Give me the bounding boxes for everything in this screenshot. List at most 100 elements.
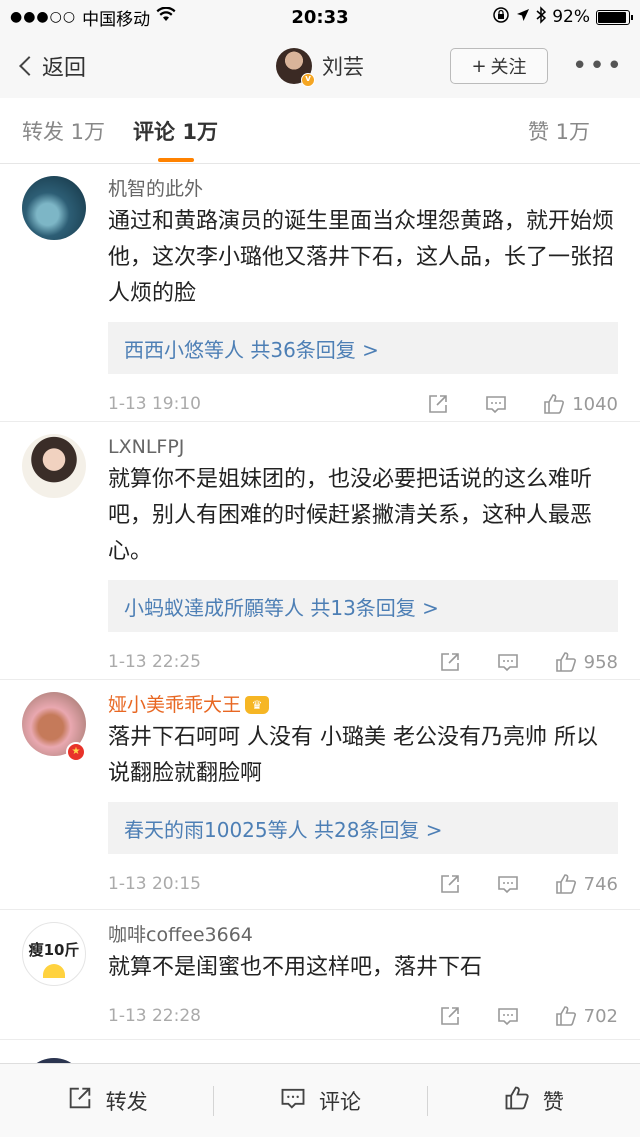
- thumbs-up-icon: [554, 872, 578, 896]
- like-button[interactable]: 958: [554, 650, 618, 674]
- tab-bar: 转发 1万 评论 1万 赞 1万: [0, 98, 640, 164]
- comment-actions: 702: [438, 1004, 618, 1028]
- status-left: ●●●○○ 中国移动: [10, 5, 176, 30]
- comment-actions: 746: [438, 872, 618, 896]
- comment-time: 1-13 19:10: [108, 394, 201, 414]
- nav-actions: + 关注 •••: [449, 48, 624, 84]
- repost-button[interactable]: 转发: [0, 1064, 213, 1137]
- like-count: 958: [583, 651, 618, 673]
- comment-actions: 1040: [426, 392, 618, 416]
- comment-meta: 1-13 22:28 702: [108, 986, 618, 1046]
- avatar[interactable]: [22, 176, 86, 240]
- location-icon: [516, 7, 530, 27]
- like-button[interactable]: 1040: [542, 392, 618, 416]
- comment-time: 1-13 20:15: [108, 874, 201, 894]
- comment-item: ★ 娅小美乖乖大王 ♛ 落井下石呵呵 人没有 小璐美 老公没有乃亮帅 所以说翻脸…: [0, 680, 640, 910]
- battery-level: [598, 11, 626, 23]
- comment-time: 1-13 22:25: [108, 652, 201, 672]
- comment-item: 机智的此外 通过和黄路演员的诞生里面当众埋怨黄路，就开始烦他，这次李小璐他又落井…: [0, 164, 640, 422]
- comment-item: 瘦10斤 咖啡coffee3664 就算不是闺蜜也不用这样吧，落井下石 1-13…: [0, 910, 640, 1040]
- verified-badge: v: [301, 73, 315, 87]
- orientation-lock-icon: [492, 6, 510, 29]
- comment-username[interactable]: 娅小美乖乖大王 ♛: [108, 692, 618, 718]
- bluetooth-icon: [536, 5, 547, 29]
- thumbs-up-icon: [554, 1004, 578, 1028]
- repost-label: 转发: [105, 1089, 148, 1114]
- share-icon: [438, 1004, 462, 1028]
- reply-summary[interactable]: 西西小悠等人 共36条回复 >: [108, 322, 618, 374]
- share-icon: [426, 392, 450, 416]
- clock: 20:33: [291, 6, 349, 28]
- crown-icon: ♛: [245, 696, 270, 714]
- comment-text: 就算不是闺蜜也不用这样吧，落井下石: [108, 955, 483, 980]
- thumbs-up-icon: [542, 392, 566, 416]
- comment-label: 评论: [318, 1089, 361, 1114]
- more-button[interactable]: •••: [572, 53, 624, 79]
- share-icon: [438, 650, 462, 674]
- reply-button[interactable]: [496, 650, 520, 674]
- member-badge-icon: ★: [66, 742, 86, 762]
- profile-header[interactable]: v 刘芸: [276, 48, 364, 87]
- comment-icon: [496, 650, 520, 674]
- thumbs-up-icon: [503, 1084, 531, 1117]
- reply-button[interactable]: [496, 1004, 520, 1028]
- reply-button[interactable]: [496, 872, 520, 896]
- status-bar: ●●●○○ 中国移动 20:33 92%: [0, 0, 640, 34]
- share-button[interactable]: [438, 1004, 462, 1028]
- carrier-label: 中国移动: [82, 9, 151, 30]
- plus-icon: +: [471, 55, 487, 77]
- avatar[interactable]: [22, 434, 86, 498]
- share-button[interactable]: [426, 392, 450, 416]
- like-count: 702: [583, 1005, 618, 1027]
- thumbs-up-icon: [554, 650, 578, 674]
- status-right: 92%: [492, 5, 633, 29]
- bottom-action-bar: 转发 评论 赞: [0, 1063, 640, 1137]
- reply-button[interactable]: [484, 392, 508, 416]
- follow-button[interactable]: + 关注: [449, 48, 548, 84]
- tab-comment[interactable]: 评论 1万: [133, 116, 218, 146]
- share-button[interactable]: [438, 872, 462, 896]
- comment-text: 通过和黄路演员的诞生里面当众埋怨黄路，就开始烦他，这次李小璐他又落井下石，这人品…: [108, 209, 615, 306]
- avatar[interactable]: 瘦10斤: [22, 922, 86, 986]
- like-button[interactable]: 746: [554, 872, 618, 896]
- share-icon: [438, 872, 462, 896]
- back-label: 返回: [42, 56, 87, 81]
- comment-time: 1-13 22:28: [108, 1006, 201, 1026]
- like-label: 赞: [542, 1089, 564, 1114]
- signal-icon: ●●●○○: [10, 9, 77, 25]
- share-icon: [66, 1084, 94, 1117]
- avatar: v: [276, 48, 315, 87]
- profile-name: 刘芸: [322, 55, 364, 79]
- like-button[interactable]: 702: [554, 1004, 618, 1028]
- wifi-icon: [156, 6, 176, 28]
- tab-like[interactable]: 赞 1万: [528, 116, 590, 146]
- like-count: 746: [583, 873, 618, 895]
- comment-meta: 1-13 20:15 746: [108, 854, 618, 914]
- comment-icon: [484, 392, 508, 416]
- comment-button[interactable]: 评论: [213, 1064, 426, 1137]
- comment-icon: [496, 872, 520, 896]
- share-button[interactable]: [438, 650, 462, 674]
- comment-text: 就算你不是姐妹团的，也没必要把话说的这么难听吧，别人有困难的时候赶紧撇清关系，这…: [108, 467, 593, 564]
- username-text: 娅小美乖乖大王: [108, 694, 242, 716]
- like-button[interactable]: 赞: [426, 1064, 640, 1137]
- chevron-left-icon: [19, 56, 39, 76]
- emoji-icon: [43, 963, 65, 978]
- comment-icon: [496, 1004, 520, 1028]
- battery-icon: [596, 9, 633, 25]
- comment-text: 落井下石呵呵 人没有 小璐美 老公没有乃亮帅 所以说翻脸就翻脸啊: [108, 725, 598, 786]
- follow-label: 关注: [490, 57, 527, 78]
- comment-icon: [279, 1084, 307, 1117]
- nav-bar: 返回 v 刘芸 + 关注 •••: [0, 34, 640, 98]
- avatar-text: 瘦10斤: [28, 940, 80, 959]
- comment-item: LXNLFPJ 就算你不是姐妹团的，也没必要把话说的这么难听吧，别人有困难的时候…: [0, 422, 640, 680]
- comment-username[interactable]: LXNLFPJ: [108, 434, 618, 460]
- battery-percent: 92%: [552, 7, 590, 27]
- like-count: 1040: [572, 393, 618, 415]
- reply-summary[interactable]: 春天的雨10025等人 共28条回复 >: [108, 802, 618, 854]
- reply-summary[interactable]: 小蚂蚁達成所願等人 共13条回复 >: [108, 580, 618, 632]
- comment-username[interactable]: 机智的此外: [108, 176, 618, 202]
- comment-username[interactable]: 咖啡coffee3664: [108, 922, 618, 948]
- tab-repost[interactable]: 转发 1万: [22, 116, 105, 146]
- back-button[interactable]: 返回: [16, 50, 86, 82]
